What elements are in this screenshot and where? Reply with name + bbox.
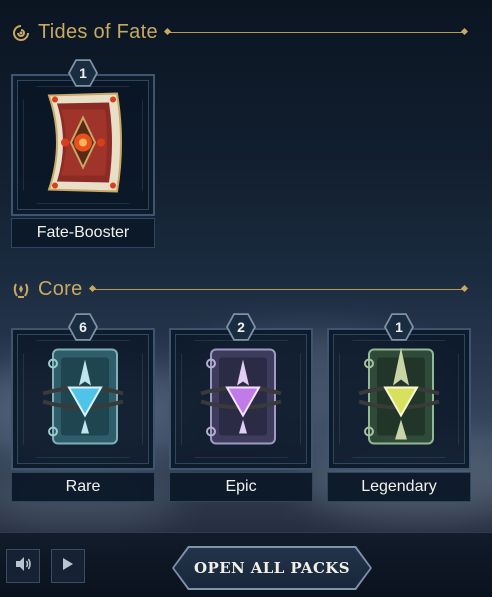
pack-label: Fate-Booster (11, 218, 155, 248)
rare-pack-art (39, 342, 127, 457)
section-header-tides-of-fate: Tides of Fate (10, 21, 464, 44)
play-icon (62, 557, 74, 576)
laurel-icon (10, 279, 32, 301)
section-header-core: Core (10, 278, 464, 301)
play-button[interactable] (51, 549, 85, 583)
pack-count-badge: 1 (384, 312, 414, 342)
section-divider (167, 32, 464, 33)
section-divider (92, 289, 464, 290)
section-title: Core (38, 278, 83, 300)
pack-count: 1 (395, 319, 403, 335)
pack-epic[interactable]: 2 Epic (169, 313, 313, 502)
pack-count: 6 (79, 319, 87, 335)
pack-count-badge: 1 (68, 58, 98, 88)
pack-count: 2 (237, 319, 245, 335)
pack-legendary[interactable]: 1 Legendary (327, 313, 471, 502)
legendary-pack-art (355, 342, 443, 457)
swirl-icon (10, 22, 32, 44)
pack-frame: 1 (327, 313, 471, 470)
pack-rare[interactable]: 6 Rare (11, 313, 155, 502)
pack-count: 1 (79, 65, 87, 81)
pack-label: Epic (169, 472, 313, 502)
section-title: Tides of Fate (38, 21, 158, 43)
open-all-packs-button[interactable]: OPEN ALL PACKS (172, 546, 372, 590)
pack-count-badge: 2 (226, 312, 256, 342)
pack-count-badge: 6 (68, 312, 98, 342)
fate-booster-pack-art (35, 88, 131, 203)
pack-frame: 2 (169, 313, 313, 470)
pack-frame: 1 (11, 59, 155, 216)
sound-button[interactable] (6, 549, 40, 583)
pack-label: Legendary (327, 472, 471, 502)
pack-frame: 6 (11, 313, 155, 470)
speaker-icon (14, 556, 32, 577)
pack-label: Rare (11, 472, 155, 502)
epic-pack-art (197, 342, 285, 457)
open-all-packs-label: OPEN ALL PACKS (194, 559, 350, 577)
pack-fate-booster[interactable]: 1 Fate-Booster (11, 59, 155, 248)
